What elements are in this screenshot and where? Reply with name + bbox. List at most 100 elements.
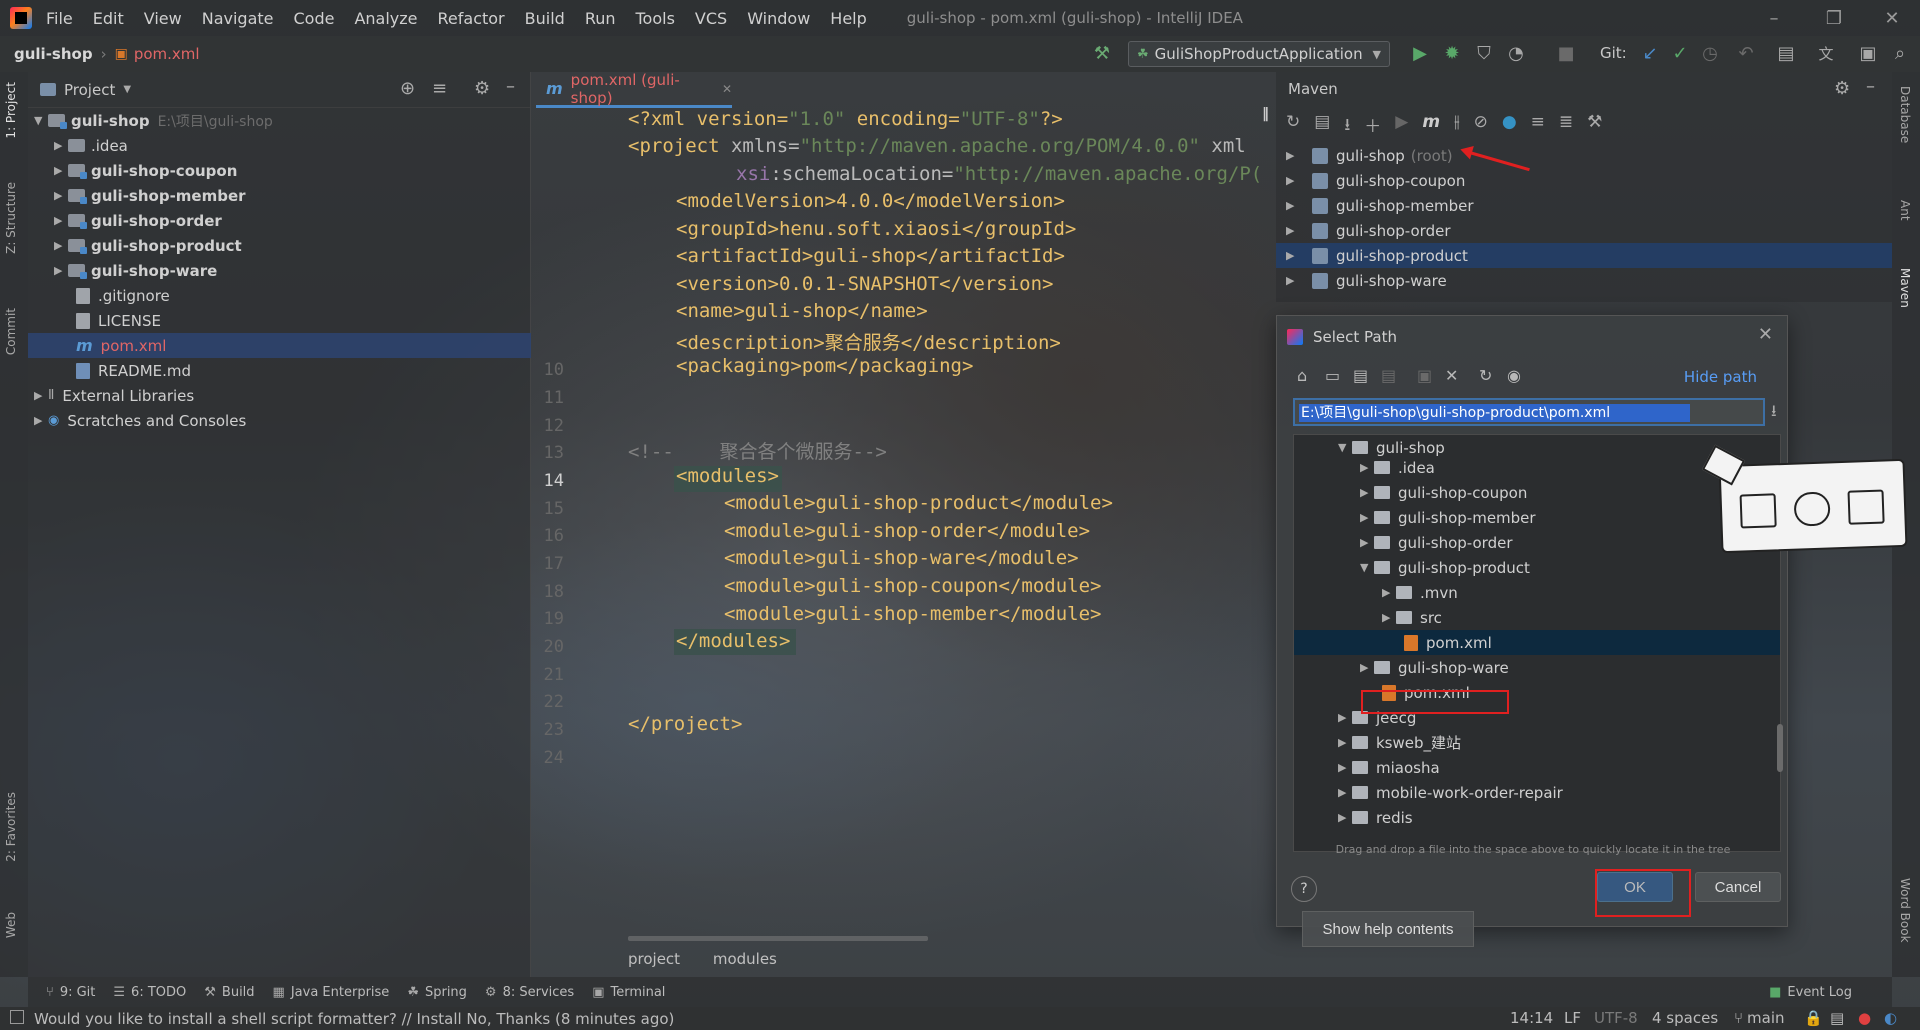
tool-window-build[interactable]: ⚒ Build [204, 985, 254, 1000]
build-hammer-icon[interactable]: ⚒ [1092, 44, 1112, 64]
new-folder-icon[interactable]: ▣ [1417, 366, 1432, 385]
show-dependencies-icon[interactable]: ● [1502, 112, 1517, 141]
debug-icon[interactable]: ✹ [1442, 44, 1462, 64]
hide-path-link[interactable]: Hide path [1684, 368, 1757, 386]
maven-project-order[interactable]: ▶ guli-shop-order [1276, 218, 1892, 243]
tree-item-ware[interactable]: ▶ guli-shop-ware [28, 258, 531, 283]
maven-project-member[interactable]: ▶ guli-shop-member [1276, 193, 1892, 218]
tree-item-product[interactable]: ▶ guli-shop-product [28, 233, 531, 258]
memory-indicator-icon[interactable]: ▤ [1830, 1009, 1844, 1027]
file-tree-item[interactable]: ▶ guli-shop-order [1294, 530, 1780, 555]
file-encoding[interactable]: UTF-8 [1594, 1009, 1638, 1027]
project-view-selector[interactable]: Project [64, 81, 115, 99]
close-icon[interactable]: ✕ [1864, 0, 1920, 36]
menu-file[interactable]: File [46, 9, 73, 28]
file-tree-item[interactable]: ▶ miaosha [1294, 755, 1780, 780]
tool-window-project[interactable]: 1: Project [4, 82, 18, 139]
menu-code[interactable]: Code [294, 9, 335, 28]
locate-icon[interactable]: ⊕ [400, 78, 415, 99]
tree-item-root[interactable]: ▼ guli-shop E:\项目\guli-shop [28, 108, 531, 133]
maven-project-coupon[interactable]: ▶ guli-shop-coupon [1276, 168, 1892, 193]
hide-panel-icon[interactable]: – [506, 76, 515, 97]
tool-window-word-book[interactable]: Word Book [1898, 878, 1912, 943]
minimize-icon[interactable]: – [1746, 0, 1802, 36]
search-everywhere-icon[interactable]: ⌕ [1890, 44, 1910, 64]
project-folder-icon[interactable]: ▤ [1353, 366, 1368, 385]
breadcrumb-project[interactable]: guli-shop [14, 45, 93, 63]
breadcrumb-file[interactable]: pom.xml [134, 45, 200, 63]
menu-vcs[interactable]: VCS [695, 9, 727, 28]
collapse-all-icon[interactable]: ≣ [1559, 112, 1573, 141]
coverage-icon[interactable]: ⛉ [1474, 44, 1494, 64]
tree-item-member[interactable]: ▶ guli-shop-member [28, 183, 531, 208]
tool-window-java-enterprise[interactable]: ▦ Java Enterprise [273, 985, 390, 1000]
layout-icon[interactable]: ▣ [1858, 44, 1878, 64]
lock-icon[interactable]: 🔒 [1804, 1009, 1823, 1027]
hide-panel-icon[interactable]: – [1866, 76, 1875, 97]
tree-item-pom[interactable]: m pom.xml [28, 333, 531, 358]
menu-refactor[interactable]: Refactor [438, 9, 505, 28]
chevron-down-icon[interactable]: ▼ [123, 84, 131, 95]
tree-item-license[interactable]: LICENSE [28, 308, 531, 333]
indent-setting[interactable]: 4 spaces [1652, 1009, 1718, 1027]
breadcrumb-project-tag[interactable]: project [628, 950, 680, 968]
close-tab-icon[interactable]: ✕ [722, 82, 732, 96]
close-icon[interactable]: ✕ [1758, 324, 1773, 345]
maven-project-root[interactable]: ▶ guli-shop (root) [1276, 143, 1892, 168]
tool-window-ant[interactable]: Ant [1898, 200, 1912, 221]
expand-all-icon[interactable]: ≡ [1531, 112, 1545, 141]
git-history-icon[interactable]: ◷ [1700, 44, 1720, 64]
tool-window-web[interactable]: Web [4, 912, 18, 938]
tree-item-gitignore[interactable]: .gitignore [28, 283, 531, 308]
menu-run[interactable]: Run [585, 9, 616, 28]
file-tree-item[interactable]: ▶ redis [1294, 805, 1780, 830]
download-icon[interactable]: ⭳ [1771, 400, 1777, 427]
tool-window-commit[interactable]: Commit [4, 308, 18, 355]
file-tree-item[interactable]: ▶ guli-shop-member [1294, 505, 1780, 530]
git-update-icon[interactable]: ↙ [1640, 44, 1660, 64]
tree-item-order[interactable]: ▶ guli-shop-order [28, 208, 531, 233]
menu-build[interactable]: Build [525, 9, 565, 28]
file-tree-item[interactable]: ▶ ksweb_建站 [1294, 730, 1780, 755]
project-structure-icon[interactable]: ▤ [1776, 44, 1796, 64]
menu-navigate[interactable]: Navigate [202, 9, 274, 28]
file-tree-item[interactable]: ▶ guli-shop-ware [1294, 655, 1780, 680]
chrome-icon[interactable]: ◐ [1884, 1009, 1897, 1027]
tool-window-spring[interactable]: ☘ Spring [407, 985, 467, 1000]
maven-project-ware[interactable]: ▶ guli-shop-ware [1276, 268, 1892, 293]
settings-gear-icon[interactable]: ⚙ [1834, 78, 1850, 99]
tool-window-maven[interactable]: Maven [1898, 268, 1912, 308]
caret-position[interactable]: 14:14 [1510, 1009, 1553, 1027]
menu-tools[interactable]: Tools [636, 9, 675, 28]
git-commit-icon[interactable]: ✓ [1670, 44, 1690, 64]
show-hidden-icon[interactable]: ◉ [1507, 366, 1521, 385]
git-branch-widget[interactable]: ⑂ main [1734, 1009, 1785, 1027]
tree-item-readme[interactable]: README.md [28, 358, 531, 383]
tool-window-todo[interactable]: ☰ 6: TODO [113, 985, 186, 1000]
file-tree-item[interactable]: ▶ mobile-work-order-repair [1294, 780, 1780, 805]
git-rollback-icon[interactable]: ↶ [1736, 44, 1756, 64]
home-icon[interactable]: ⌂ [1297, 366, 1307, 385]
profile-icon[interactable]: ◔ [1506, 44, 1526, 64]
error-indicator-icon[interactable]: ● [1858, 1009, 1871, 1027]
tree-item-coupon[interactable]: ▶ guli-shop-coupon [28, 158, 531, 183]
restore-icon[interactable]: ❐ [1806, 0, 1862, 36]
menu-analyze[interactable]: Analyze [354, 9, 417, 28]
file-tree-item[interactable]: ▶ .mvn [1294, 580, 1780, 605]
generate-sources-icon[interactable]: ▤ [1314, 112, 1330, 141]
tool-window-git[interactable]: ⑂ 9: Git [46, 985, 95, 1000]
toggle-tool-windows-icon[interactable] [10, 1010, 24, 1024]
cancel-button[interactable]: Cancel [1695, 872, 1781, 902]
desktop-icon[interactable]: ▭ [1325, 366, 1340, 385]
show-help-contents-tooltip[interactable]: Show help contents [1302, 911, 1474, 947]
run-icon[interactable]: ▶ [1410, 44, 1430, 64]
tool-window-services[interactable]: ⚙ 8: Services [485, 985, 574, 1000]
collapse-all-icon[interactable]: ≡ [432, 78, 447, 99]
refresh-icon[interactable]: ↻ [1479, 366, 1492, 385]
file-tree-item[interactable]: ▼ guli-shop-product [1294, 555, 1780, 580]
toggle-offline-icon[interactable]: ⫲ [1454, 112, 1460, 141]
menu-view[interactable]: View [144, 9, 182, 28]
tool-window-structure[interactable]: Z: Structure [4, 182, 18, 254]
breadcrumb-modules-tag[interactable]: modules [713, 950, 777, 968]
tree-item-external-libraries[interactable]: ▶ Ⅱ External Libraries [28, 383, 531, 408]
